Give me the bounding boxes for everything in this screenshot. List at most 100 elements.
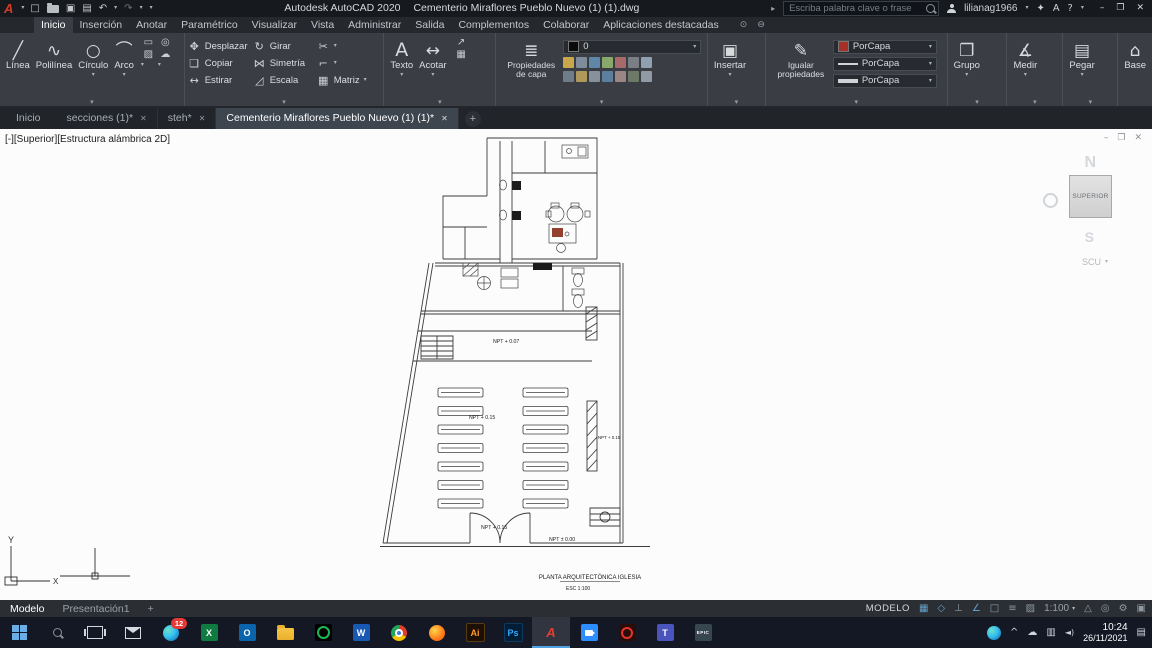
chevron-down-icon[interactable]: ▾	[729, 72, 732, 78]
edge-tray-icon[interactable]	[987, 625, 1002, 640]
panel-expand-icon[interactable]: ▾	[854, 98, 858, 106]
layer-tool-icon[interactable]	[628, 56, 640, 68]
tab-aplicaciones[interactable]: Aplicaciones destacadas	[596, 17, 726, 33]
chevron-down-icon[interactable]: ▾	[431, 72, 434, 78]
tool-girar[interactable]: ↻ Girar	[253, 40, 315, 53]
qat-options-caret-icon[interactable]: ▾	[150, 5, 153, 11]
user-caret-icon[interactable]: ▾	[1025, 5, 1028, 11]
taskbar-search-button[interactable]	[38, 617, 76, 648]
viewcube-west-ring-icon[interactable]	[1043, 192, 1058, 208]
chevron-down-icon[interactable]: ▾	[1024, 72, 1027, 78]
tool-empalme[interactable]: ⌐ ▾	[317, 57, 375, 70]
tab-inicio[interactable]: Inicio	[34, 16, 73, 33]
maximize-button[interactable]: ❐	[1116, 3, 1124, 13]
speaker-icon[interactable]: ◄)	[1065, 628, 1074, 637]
layer-tool-icon[interactable]	[576, 56, 588, 68]
tool-recortar[interactable]: ✂ ▾	[317, 40, 375, 53]
viewport-controls[interactable]: [-][Superior][Estructura alámbrica 2D]	[5, 134, 170, 145]
new-drawing-button[interactable]: +	[464, 110, 481, 127]
match-properties-button[interactable]: ✎ Igualar propiedades	[769, 36, 833, 80]
autocad-logo-icon[interactable]: A	[4, 2, 13, 15]
panel-expand-icon[interactable]: ▾	[600, 98, 604, 106]
plot-icon[interactable]: ▤	[82, 3, 91, 14]
layer-tool-icon[interactable]	[563, 56, 575, 68]
acrobat-app-button[interactable]	[608, 617, 646, 648]
new-file-icon[interactable]: □	[30, 3, 39, 14]
annotation-visibility-icon[interactable]: △	[1084, 603, 1092, 614]
file-explorer-button[interactable]	[266, 617, 304, 648]
model-space-badge[interactable]: MODELO	[866, 603, 910, 614]
save-icon[interactable]: ▣	[66, 3, 75, 14]
tool-escala[interactable]: ◿ Escala	[253, 74, 315, 87]
chevron-down-icon[interactable]: ▾	[400, 72, 403, 78]
tool-simetria[interactable]: ⋈ Simetría	[253, 57, 315, 70]
chevron-down-icon[interactable]: ▾	[123, 72, 126, 78]
tool-linea[interactable]: ╱ Línea	[3, 36, 33, 71]
mail-app-button[interactable]	[114, 617, 152, 648]
grid-icon[interactable]: ▦	[919, 603, 928, 614]
ucs-menu[interactable]: SCU ▾	[1082, 257, 1108, 267]
autocad-app-button[interactable]: A	[532, 617, 570, 648]
panel-expand-icon[interactable]: ▾	[975, 98, 979, 106]
polar-icon[interactable]: ∠	[972, 603, 981, 614]
performance-icon[interactable]: ⊙	[740, 20, 748, 30]
close-icon[interactable]: ✕	[140, 114, 147, 123]
insert-block-button[interactable]: ▣ Insertar ▾	[711, 36, 749, 78]
start-button[interactable]	[0, 617, 38, 648]
action-center-icon[interactable]: ▤	[1137, 627, 1146, 638]
lineweight-icon[interactable]: ≡	[1008, 603, 1016, 614]
file-tab-inicio[interactable]: Inicio	[6, 108, 51, 129]
measure-button[interactable]: ∡ Medir ▾	[1010, 36, 1040, 78]
model-tab[interactable]: Modelo	[6, 603, 48, 615]
panel-expand-icon[interactable]: ▾	[282, 98, 286, 106]
isolate-objects-icon[interactable]: ◎	[1101, 603, 1110, 614]
osnap-icon[interactable]: □	[990, 603, 999, 614]
panel-expand-icon[interactable]: ▾	[1033, 98, 1037, 106]
ribbon-collapse-icon[interactable]: ⊖	[757, 20, 765, 30]
object-color-dropdown[interactable]: PorCapa ▾	[832, 39, 937, 54]
layer-tool-icon[interactable]	[602, 56, 614, 68]
spotify-app-button[interactable]	[304, 617, 342, 648]
chevron-down-icon[interactable]: ▾	[158, 61, 173, 68]
taskbar-clock[interactable]: 10:24 26/11/2021	[1083, 622, 1127, 643]
search-box[interactable]	[783, 0, 940, 16]
tool-estirar[interactable]: ↔ Estirar	[188, 74, 251, 87]
panel-expand-icon[interactable]: ▾	[1089, 98, 1093, 106]
task-view-button[interactable]	[76, 617, 114, 648]
excel-app-button[interactable]: X	[190, 617, 228, 648]
tool-desplazar[interactable]: ✥ Desplazar	[188, 40, 251, 53]
tab-administrar[interactable]: Administrar	[341, 17, 408, 33]
undo-caret-icon[interactable]: ▾	[114, 5, 117, 11]
display-tray-icon[interactable]: ▥	[1046, 627, 1055, 638]
panel-expand-icon[interactable]: ▾	[438, 98, 442, 106]
close-icon[interactable]: ✕	[199, 114, 206, 123]
file-tab-steh[interactable]: steh* ✕	[158, 107, 217, 129]
promotions-icon[interactable]: ✦	[1036, 3, 1044, 14]
redo-caret-icon[interactable]: ▾	[140, 5, 143, 11]
chevron-down-icon[interactable]: ▾	[92, 72, 95, 78]
annotation-scale-control[interactable]: 1:100 ▾	[1044, 603, 1075, 614]
layer-properties-button[interactable]: ≣ Propiedades de capa	[499, 36, 563, 80]
zoom-app-button[interactable]	[570, 617, 608, 648]
transparency-icon[interactable]: ▨	[1026, 603, 1035, 614]
viewcube-north-label[interactable]: N	[1084, 154, 1096, 172]
doc-minimize-icon[interactable]: –	[1104, 133, 1109, 143]
app-menu-caret-icon[interactable]: ▾	[21, 5, 24, 11]
clean-screen-icon[interactable]: ▣	[1137, 603, 1146, 614]
search-expand-icon[interactable]: ▸	[771, 4, 775, 13]
doc-restore-icon[interactable]: ❐	[1117, 133, 1125, 143]
outlook-app-button[interactable]: O	[228, 617, 266, 648]
leader-icon[interactable]: ↗	[454, 37, 469, 48]
viewcube-south-label[interactable]: S	[1085, 229, 1094, 245]
tool-arco[interactable]: ⌒ Arco ▾	[111, 36, 137, 78]
help-caret-icon[interactable]: ▾	[1081, 5, 1084, 11]
tab-complementos[interactable]: Complementos	[451, 17, 536, 33]
word-app-button[interactable]: W	[342, 617, 380, 648]
tab-colaborar[interactable]: Colaborar	[536, 17, 596, 33]
chevron-down-icon[interactable]: ▾	[1081, 72, 1084, 78]
layer-tool-icon[interactable]	[615, 56, 627, 68]
tab-insercion[interactable]: Inserción	[73, 17, 130, 33]
layout-tab[interactable]: Presentación1	[58, 603, 133, 615]
search-input[interactable]	[787, 1, 927, 15]
layer-tool-icon[interactable]	[641, 56, 653, 68]
